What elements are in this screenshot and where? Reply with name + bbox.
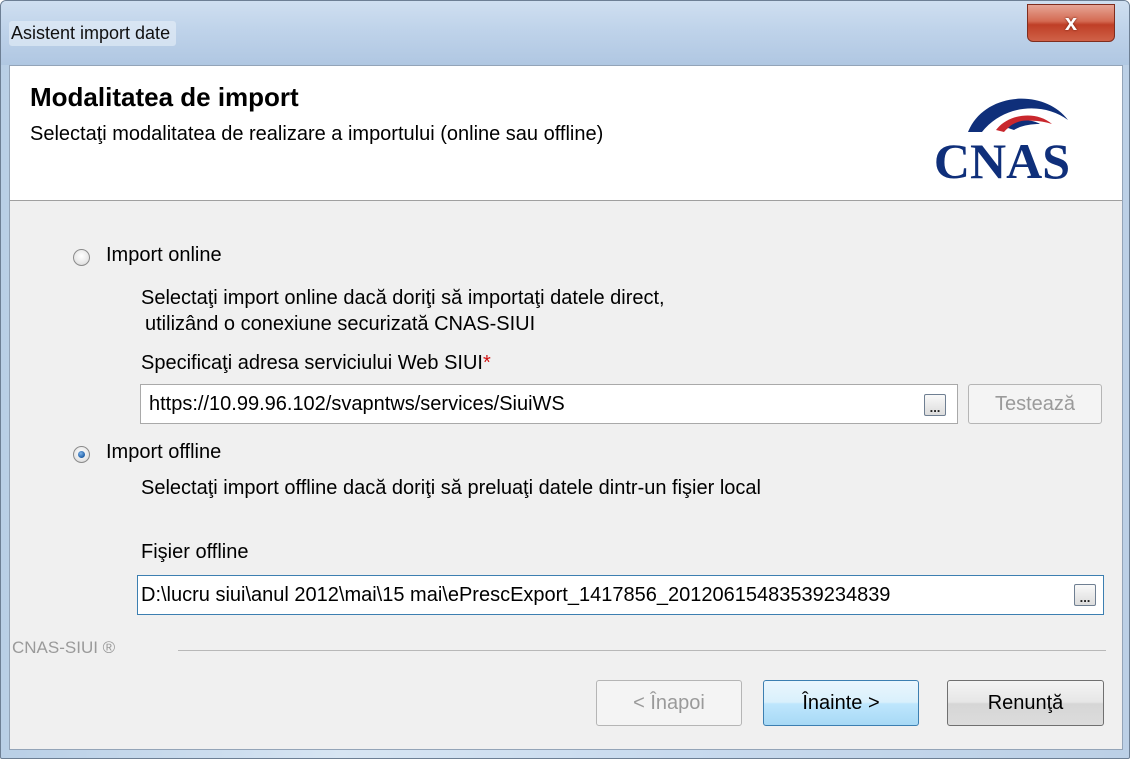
footer-brand: CNAS-SIUI ® <box>12 638 116 657</box>
web-address-input[interactable] <box>141 385 957 423</box>
ellipsis-icon: ... <box>1079 590 1091 605</box>
radio-selected-indicator <box>78 451 85 458</box>
wizard-header: Modalitatea de import Selectaţi modalita… <box>10 66 1122 201</box>
next-button[interactable]: Înainte > <box>763 680 919 726</box>
ellipsis-icon: ... <box>929 400 941 415</box>
import-wizard-window: Asistent import date x Modalitatea de im… <box>0 0 1130 759</box>
radio-import-offline[interactable] <box>73 446 90 463</box>
next-button-label: Înainte > <box>802 691 880 714</box>
page-subtitle: Selectaţi modalitatea de realizare a imp… <box>30 123 604 145</box>
title-bar[interactable]: Asistent import date x <box>1 1 1129 65</box>
wizard-body: Modalitatea de import Selectaţi modalita… <box>9 65 1123 750</box>
web-address-browse-button[interactable]: ... <box>924 394 946 416</box>
offline-file-browse-button[interactable]: ... <box>1074 584 1096 606</box>
close-icon: x <box>1064 10 1078 35</box>
test-connection-label: Testează <box>994 392 1076 415</box>
window-title: Asistent import date <box>9 21 177 46</box>
offline-file-field[interactable] <box>137 575 1104 615</box>
test-connection-button[interactable]: Testează <box>968 384 1102 424</box>
required-marker: * <box>483 352 491 374</box>
cancel-button-label: Renunţă <box>987 691 1064 714</box>
close-button[interactable]: x <box>1027 4 1115 42</box>
import-online-description-line2: utilizând o conexiune securizată CNAS-SI… <box>145 313 536 335</box>
radio-import-online[interactable] <box>73 249 90 266</box>
logo-text: CNAS <box>934 133 1070 184</box>
back-button-label: < Înapoi <box>633 691 705 714</box>
cancel-button[interactable]: Renunţă <box>947 680 1104 726</box>
cnas-logo: CNAS <box>934 98 1070 184</box>
back-button[interactable]: < Înapoi <box>596 680 742 726</box>
import-offline-description: Selectaţi import offline dacă doriţi să … <box>141 477 761 499</box>
page-title: Modalitatea de import <box>30 82 299 112</box>
import-offline-label[interactable]: Import offline <box>106 441 221 464</box>
import-online-label[interactable]: Import online <box>106 244 222 267</box>
offline-file-input[interactable] <box>138 576 1103 614</box>
offline-file-label: Fişier offline <box>141 541 249 563</box>
import-online-description-line1: Selectaţi import online dacă doriţi să i… <box>141 287 665 309</box>
footer-divider <box>178 650 1106 651</box>
web-address-label: Specificaţi adresa serviciului Web SIUI* <box>141 352 491 374</box>
web-address-field[interactable] <box>140 384 958 424</box>
